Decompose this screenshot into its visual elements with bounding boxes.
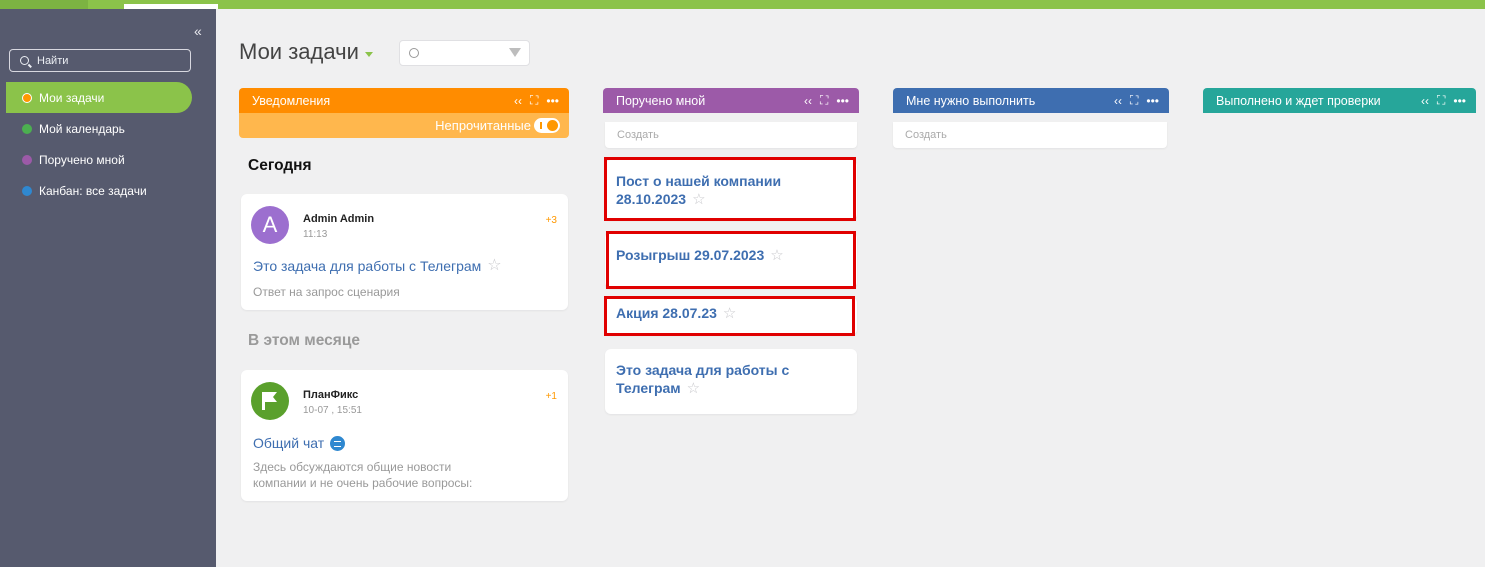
column-actions: ‹‹ ⛶ ••• — [1421, 88, 1466, 113]
toggle-knob — [547, 120, 558, 131]
notification-author: ПланФикс — [303, 389, 359, 401]
notification-author: Admin Admin — [303, 213, 375, 225]
chevron-double-left-icon[interactable]: ‹‹ — [514, 94, 522, 108]
column-header-need-to-do[interactable]: Мне нужно выполнить ‹‹ ⛶ ••• — [893, 88, 1169, 113]
task-link-text: Общий чат — [253, 435, 325, 451]
notification-task-link[interactable]: Это задача для работы с Телеграм ☆ — [253, 258, 502, 275]
column-header-assigned-by-me[interactable]: Поручено мной ‹‹ ⛶ ••• — [603, 88, 859, 113]
sidebar-item-label: Мои задачи — [39, 90, 105, 105]
task-card[interactable]: Это задача для работы с Телеграм ☆ — [605, 349, 857, 414]
toggle-mark — [540, 122, 542, 129]
unread-toggle-label: Непрочитанные — [435, 118, 531, 133]
highlight-box — [604, 157, 856, 221]
notification-count-badge: +1 — [545, 391, 557, 402]
flag-logo-icon — [262, 392, 277, 410]
notification-card[interactable]: ПланФикс 10-07 , 15:51 +1 Общий чат Здес… — [241, 370, 568, 501]
notification-time: 10-07 , 15:51 — [303, 405, 362, 416]
sidebar-item-assigned-by-me[interactable]: Поручено мной — [6, 144, 192, 175]
more-dots-icon[interactable]: ••• — [1146, 94, 1159, 108]
sidebar-nav: Мои задачи Мой календарь Поручено мной К… — [6, 82, 192, 206]
chevron-double-left-icon[interactable]: ‹‹ — [1114, 94, 1122, 108]
filter-icon[interactable] — [509, 48, 521, 57]
dot-icon — [22, 154, 32, 165]
notification-task-link[interactable]: Общий чат — [253, 435, 346, 451]
focus-frame-icon[interactable]: ⛶ — [1437, 93, 1445, 108]
search-icon — [20, 56, 29, 65]
caret-down-icon — [364, 51, 373, 57]
column-title: Выполнено и ждет проверки — [1216, 93, 1381, 108]
avatar — [251, 382, 289, 420]
sidebar-item-label: Канбан: все задачи — [39, 183, 147, 198]
top-bar — [0, 0, 1485, 9]
notification-time: 11:13 — [303, 229, 328, 240]
sidebar-item-label: Мой календарь — [39, 121, 125, 136]
sidebar-search[interactable]: Найти — [9, 49, 191, 72]
chevron-double-left-icon[interactable]: ‹‹ — [804, 94, 812, 108]
unread-filter: Непрочитанные — [239, 113, 569, 138]
column-title: Мне нужно выполнить — [906, 93, 1036, 108]
task-search-input[interactable] — [399, 40, 530, 66]
more-dots-icon[interactable]: ••• — [836, 94, 849, 108]
star-outline-icon[interactable]: ☆ — [487, 258, 501, 274]
column-header-notifications[interactable]: Уведомления ‹‹ ⛶ ••• — [239, 88, 569, 113]
section-heading-today: Сегодня — [248, 157, 312, 174]
more-dots-icon[interactable]: ••• — [546, 94, 559, 108]
sidebar-item-label: Поручено мной — [39, 152, 125, 167]
column-actions: ‹‹ ⛶ ••• — [1114, 88, 1159, 113]
column-header-done-waiting[interactable]: Выполнено и ждет проверки ‹‹ ⛶ ••• — [1203, 88, 1476, 113]
column-title: Поручено мной — [616, 93, 706, 108]
chevron-double-left-icon[interactable]: ‹‹ — [1421, 94, 1429, 108]
focus-frame-icon[interactable]: ⛶ — [1130, 93, 1138, 108]
column-actions: ‹‹ ⛶ ••• — [514, 88, 559, 113]
focus-frame-icon[interactable]: ⛶ — [820, 93, 828, 108]
star-outline-icon[interactable]: ☆ — [687, 380, 700, 397]
logo-area[interactable] — [0, 0, 88, 9]
notification-description: Здесь обсуждаются общие новости компании… — [253, 460, 473, 490]
sidebar-item-kanban[interactable]: Канбан: все задачи — [6, 175, 192, 206]
sidebar-item-my-calendar[interactable]: Мой календарь — [6, 113, 192, 144]
avatar: A — [251, 206, 289, 244]
task-title-text: Это задача для работы с Телеграм — [616, 362, 790, 396]
chat-icon — [330, 435, 346, 451]
sidebar-item-my-tasks[interactable]: Мои задачи — [6, 82, 192, 113]
page-title[interactable]: Мои задачи — [239, 39, 373, 65]
notification-count-badge: +3 — [545, 215, 557, 226]
dot-icon — [22, 92, 32, 103]
notification-card[interactable]: A Admin Admin 11:13 +3 Это задача для ра… — [241, 194, 568, 310]
notification-description: Ответ на запрос сценария — [253, 285, 400, 299]
highlight-box — [604, 296, 855, 336]
dot-icon — [22, 185, 32, 196]
task-title[interactable]: Это задача для работы с Телеграм ☆ — [616, 361, 811, 397]
collapse-sidebar-icon[interactable]: « — [194, 24, 202, 38]
dot-icon — [22, 123, 32, 134]
sidebar: « Найти Мои задачи Мой календарь Поручен… — [0, 9, 216, 567]
section-heading-this-month: В этом месяце — [248, 332, 360, 349]
unread-toggle[interactable] — [534, 118, 560, 133]
column-actions: ‹‹ ⛶ ••• — [804, 88, 849, 113]
create-task-input[interactable]: Создать — [893, 122, 1167, 148]
search-label: Найти — [37, 54, 69, 67]
task-link-text: Это задача для работы с Телеграм — [253, 258, 482, 274]
focus-frame-icon[interactable]: ⛶ — [530, 93, 538, 108]
column-title: Уведомления — [252, 93, 331, 108]
more-dots-icon[interactable]: ••• — [1453, 94, 1466, 108]
search-icon — [409, 48, 419, 58]
create-task-input[interactable]: Создать — [605, 122, 857, 148]
highlight-box — [606, 231, 856, 289]
page-title-text: Мои задачи — [239, 39, 359, 64]
